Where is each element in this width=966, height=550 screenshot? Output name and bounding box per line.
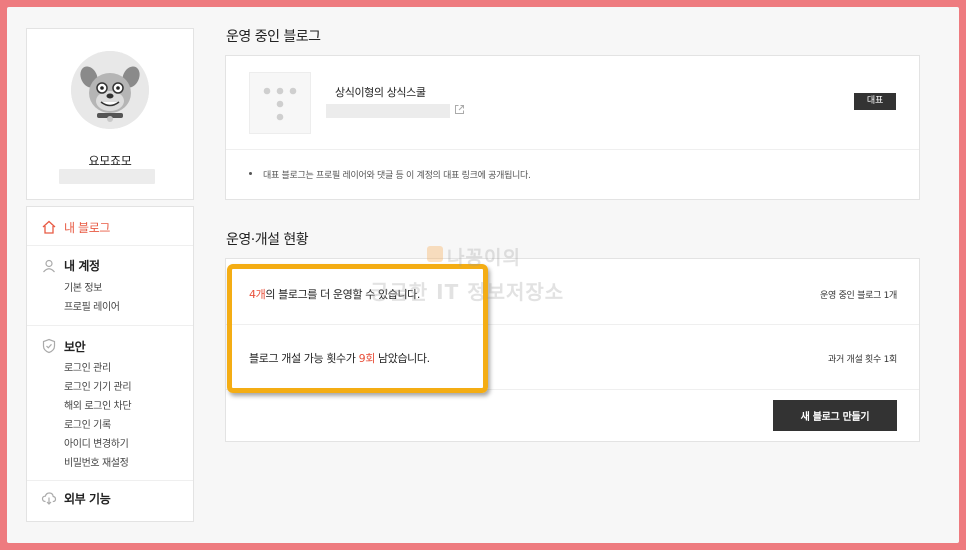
sidebar-item-change-id[interactable]: 아이디 변경하기 xyxy=(64,435,129,450)
sidebar-item-overseas-block[interactable]: 해외 로그인 차단 xyxy=(64,397,132,412)
blog-name[interactable]: 상식이형의 상식스쿨 xyxy=(335,84,426,100)
section-title-status: 운영·개설 현황 xyxy=(226,232,309,248)
sidebar-item-login-history[interactable]: 로그인 기록 xyxy=(64,416,111,431)
sidebar-item-security[interactable]: 보안 xyxy=(64,338,86,355)
sidebar-group-account: 내 계정 기본 정보 프로필 레이어 xyxy=(27,246,193,326)
section-title-operating-blog: 운영 중인 블로그 xyxy=(226,29,321,45)
external-link-icon[interactable] xyxy=(454,104,465,115)
shield-icon xyxy=(42,338,56,354)
profile-name: 요모죠모 xyxy=(88,154,132,168)
status-right-operating-count: 운영 중인 블로그 1개 xyxy=(820,291,897,301)
sidebar-item-label: 외부 기능 xyxy=(64,492,111,506)
profile-email-blurred xyxy=(59,169,155,184)
sidebar-item-reset-password[interactable]: 비밀번호 재설정 xyxy=(64,454,129,469)
sidebar-group-security: 보안 로그인 관리 로그인 기기 관리 해외 로그인 차단 로그인 기록 아이디… xyxy=(27,326,193,481)
sidebar-menu: 내 블로그 내 계정 기본 정보 프로필 레이어 보안 로그인 관리 로그인 기… xyxy=(26,206,194,522)
sidebar-item-basic-info[interactable]: 기본 정보 xyxy=(64,279,102,294)
create-new-blog-button[interactable]: 새 블로그 만들기 xyxy=(773,400,897,431)
status-right-past-count: 과거 개설 횟수 1회 xyxy=(828,355,897,365)
sidebar-item-device-management[interactable]: 로그인 기기 관리 xyxy=(64,378,132,393)
blog-thumbnail[interactable] xyxy=(249,72,311,134)
profile-card: 요모죠모 xyxy=(26,28,194,200)
blog-url-blurred xyxy=(326,104,450,118)
tistory-logo-icon xyxy=(263,87,297,121)
sidebar-item-label: 내 블로그 xyxy=(64,221,110,235)
notice-row: 대표 블로그는 프로필 레이어와 댓글 등 이 계정의 대표 링크에 공개됩니다… xyxy=(226,149,919,200)
notice-text: 대표 블로그는 프로필 레이어와 댓글 등 이 계정의 대표 링크에 공개됩니다… xyxy=(263,171,531,181)
cloud-download-icon xyxy=(41,492,57,505)
user-icon xyxy=(43,259,55,273)
sidebar-item-profile-layer[interactable]: 프로필 레이어 xyxy=(64,298,120,313)
sidebar-item-my-blog[interactable]: 내 블로그 xyxy=(27,207,193,246)
bullet-dot xyxy=(249,172,252,175)
operating-blog-card: 상식이형의 상식스쿨 대표 대표 블로그는 프로필 레이어와 댓글 등 이 계정… xyxy=(225,55,920,200)
primary-blog-badge: 대표 xyxy=(854,93,896,110)
dog-character-icon xyxy=(71,51,149,129)
sidebar-item-login-management[interactable]: 로그인 관리 xyxy=(64,359,111,374)
sidebar-item-external[interactable]: 외부 기능 xyxy=(27,481,193,521)
home-icon xyxy=(42,220,56,234)
sidebar-item-my-account[interactable]: 내 계정 xyxy=(64,257,100,274)
highlight-annotation-box xyxy=(227,264,488,393)
avatar[interactable] xyxy=(71,51,149,129)
